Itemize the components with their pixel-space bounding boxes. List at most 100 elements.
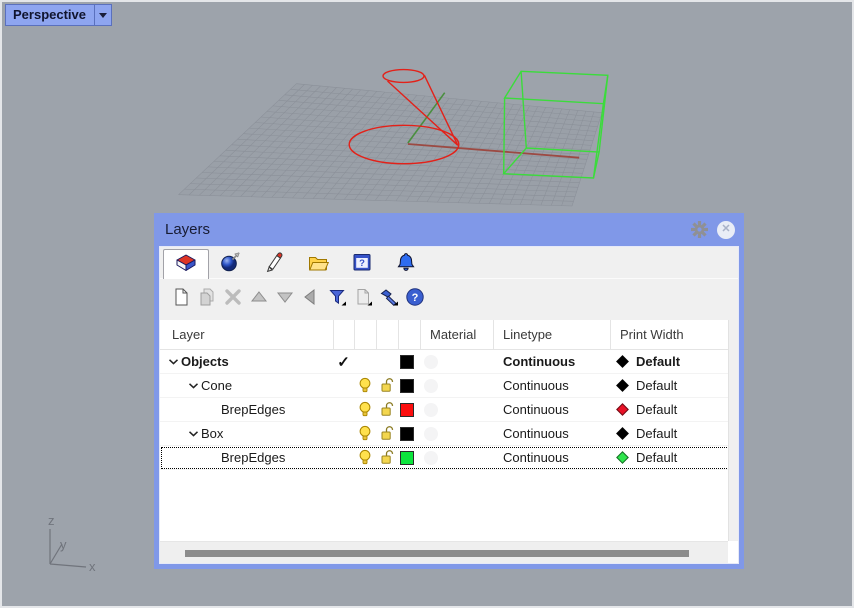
layer-color-swatch[interactable] (398, 446, 420, 469)
column-header-lock[interactable] (376, 320, 398, 349)
column-header-print-width[interactable]: Print Width (610, 320, 730, 349)
layer-color-swatch[interactable] (398, 374, 420, 397)
horizontal-scrollbar-thumb[interactable] (185, 550, 689, 557)
toolbar-layer-report-button[interactable] (350, 288, 376, 310)
filter-icon (327, 287, 347, 312)
current-layer-check[interactable] (333, 446, 354, 469)
vertical-scrollbar[interactable] (728, 320, 738, 541)
row-indent (165, 409, 205, 410)
current-layer-check[interactable] (333, 422, 354, 445)
column-header-layer[interactable]: Layer (160, 320, 333, 349)
tools-icon (379, 287, 399, 312)
layer-lock-icon[interactable] (376, 422, 398, 445)
panel-titlebar[interactable]: Layers ✕ (159, 213, 739, 246)
layer-visibility-bulb-icon[interactable] (354, 446, 376, 469)
column-header-current[interactable] (333, 320, 354, 349)
panel-tab-display[interactable] (251, 249, 297, 279)
layer-row[interactable]: Box Continuous Default (160, 422, 738, 446)
toolbar-new-layer-button[interactable] (168, 288, 194, 310)
current-layer-check[interactable] (333, 374, 354, 397)
layer-material-swatch[interactable] (420, 350, 493, 373)
toolbar-delete-layer-button[interactable] (220, 288, 246, 310)
layer-print-width[interactable]: Default (610, 422, 730, 445)
svg-text:?: ? (412, 292, 419, 304)
layer-lock-icon[interactable] (376, 446, 398, 469)
panel-tab-libraries[interactable] (427, 249, 473, 279)
layer-name[interactable]: BrepEdges (221, 450, 285, 465)
print-color-diamond-icon (616, 427, 629, 440)
layer-visibility-bulb-icon[interactable] (354, 398, 376, 421)
layer-row[interactable]: Cone Continuous Default (160, 374, 738, 398)
toolbar-copy-layer-button[interactable] (194, 288, 220, 310)
horizontal-scrollbar[interactable] (160, 541, 728, 563)
rhino-window: z y x Perspective Layers (0, 0, 854, 608)
viewport-tab-perspective[interactable]: Perspective (5, 4, 112, 26)
layer-name[interactable]: Box (201, 426, 223, 441)
layer-row[interactable]: BrepEdges Continuous Default (160, 446, 738, 470)
layer-linetype[interactable]: Continuous (493, 374, 610, 397)
column-header-linetype[interactable]: Linetype (493, 320, 610, 349)
toolbar-help-button[interactable]: ? (402, 288, 428, 310)
panel-body: ? ? Layer Material Linetype Print Width … (159, 246, 739, 564)
expander-chevron-icon[interactable] (185, 382, 201, 390)
layer-color-swatch[interactable] (398, 422, 420, 445)
layer-linetype[interactable]: Continuous (493, 398, 610, 421)
layer-visibility-bulb-icon[interactable] (354, 422, 376, 445)
panel-tab-notifications[interactable] (383, 249, 429, 279)
layer-lock-icon[interactable] (376, 350, 398, 373)
layer-linetype[interactable]: Continuous (493, 446, 610, 469)
layer-color-swatch[interactable] (398, 398, 420, 421)
layer-linetype[interactable]: Continuous (493, 350, 610, 373)
current-layer-check[interactable] (333, 398, 354, 421)
panel-tab-help[interactable]: ? (339, 249, 385, 279)
layer-row[interactable]: Objects ✓ Continuous Default (160, 350, 738, 374)
toolbar-collapse-button[interactable] (298, 288, 324, 310)
svg-text:?: ? (359, 258, 365, 269)
column-header-visibility[interactable] (354, 320, 376, 349)
layer-material-swatch[interactable] (420, 398, 493, 421)
toolbar-filter-button[interactable] (324, 288, 350, 310)
panel-tab-notes[interactable] (295, 249, 341, 279)
panel-close-button[interactable]: ✕ (717, 221, 735, 239)
layer-material-swatch[interactable] (420, 374, 493, 397)
panel-tab-layers[interactable] (163, 249, 209, 279)
axis-label-x: x (89, 559, 96, 574)
layer-name[interactable]: Objects (181, 354, 229, 369)
move-down-icon (275, 287, 295, 312)
close-icon: ✕ (721, 224, 730, 235)
layer-print-width[interactable]: Default (610, 446, 730, 469)
move-up-icon (249, 287, 269, 312)
layer-color-swatch[interactable] (398, 350, 420, 373)
expander-chevron-icon[interactable] (165, 358, 181, 366)
layer-linetype[interactable]: Continuous (493, 422, 610, 445)
print-color-diamond-icon (616, 403, 629, 416)
new-layer-icon (171, 287, 191, 312)
layer-material-swatch[interactable] (420, 446, 493, 469)
construction-plane (179, 84, 603, 206)
expander-chevron-icon[interactable] (185, 430, 201, 438)
layer-row[interactable]: BrepEdges Continuous Default (160, 398, 738, 422)
toolbar-move-down-button[interactable] (272, 288, 298, 310)
layer-print-width[interactable]: Default (610, 350, 730, 373)
print-color-diamond-icon (616, 355, 629, 368)
layer-print-width[interactable]: Default (610, 398, 730, 421)
layer-lock-icon[interactable] (376, 398, 398, 421)
panel-settings-gear-icon[interactable] (691, 221, 708, 238)
layer-print-width[interactable]: Default (610, 374, 730, 397)
panel-tab-object-properties[interactable] (207, 249, 253, 279)
column-header-material[interactable]: Material (420, 320, 493, 349)
layer-visibility-bulb-icon[interactable] (354, 374, 376, 397)
toolbar-tools-button[interactable] (376, 288, 402, 310)
layer-name[interactable]: Cone (201, 378, 232, 393)
toolbar-move-up-button[interactable] (246, 288, 272, 310)
layer-lock-icon[interactable] (376, 374, 398, 397)
column-header-color[interactable] (398, 320, 420, 349)
axis-gizmo (50, 529, 86, 567)
viewport-tab-dropdown[interactable] (94, 5, 111, 25)
layer-name[interactable]: BrepEdges (221, 402, 285, 417)
current-layer-check[interactable]: ✓ (333, 350, 354, 373)
layer-material-swatch[interactable] (420, 422, 493, 445)
notifications-icon (395, 251, 417, 278)
axis-label-y: y (60, 537, 67, 552)
layer-visibility-bulb-icon[interactable] (354, 350, 376, 373)
